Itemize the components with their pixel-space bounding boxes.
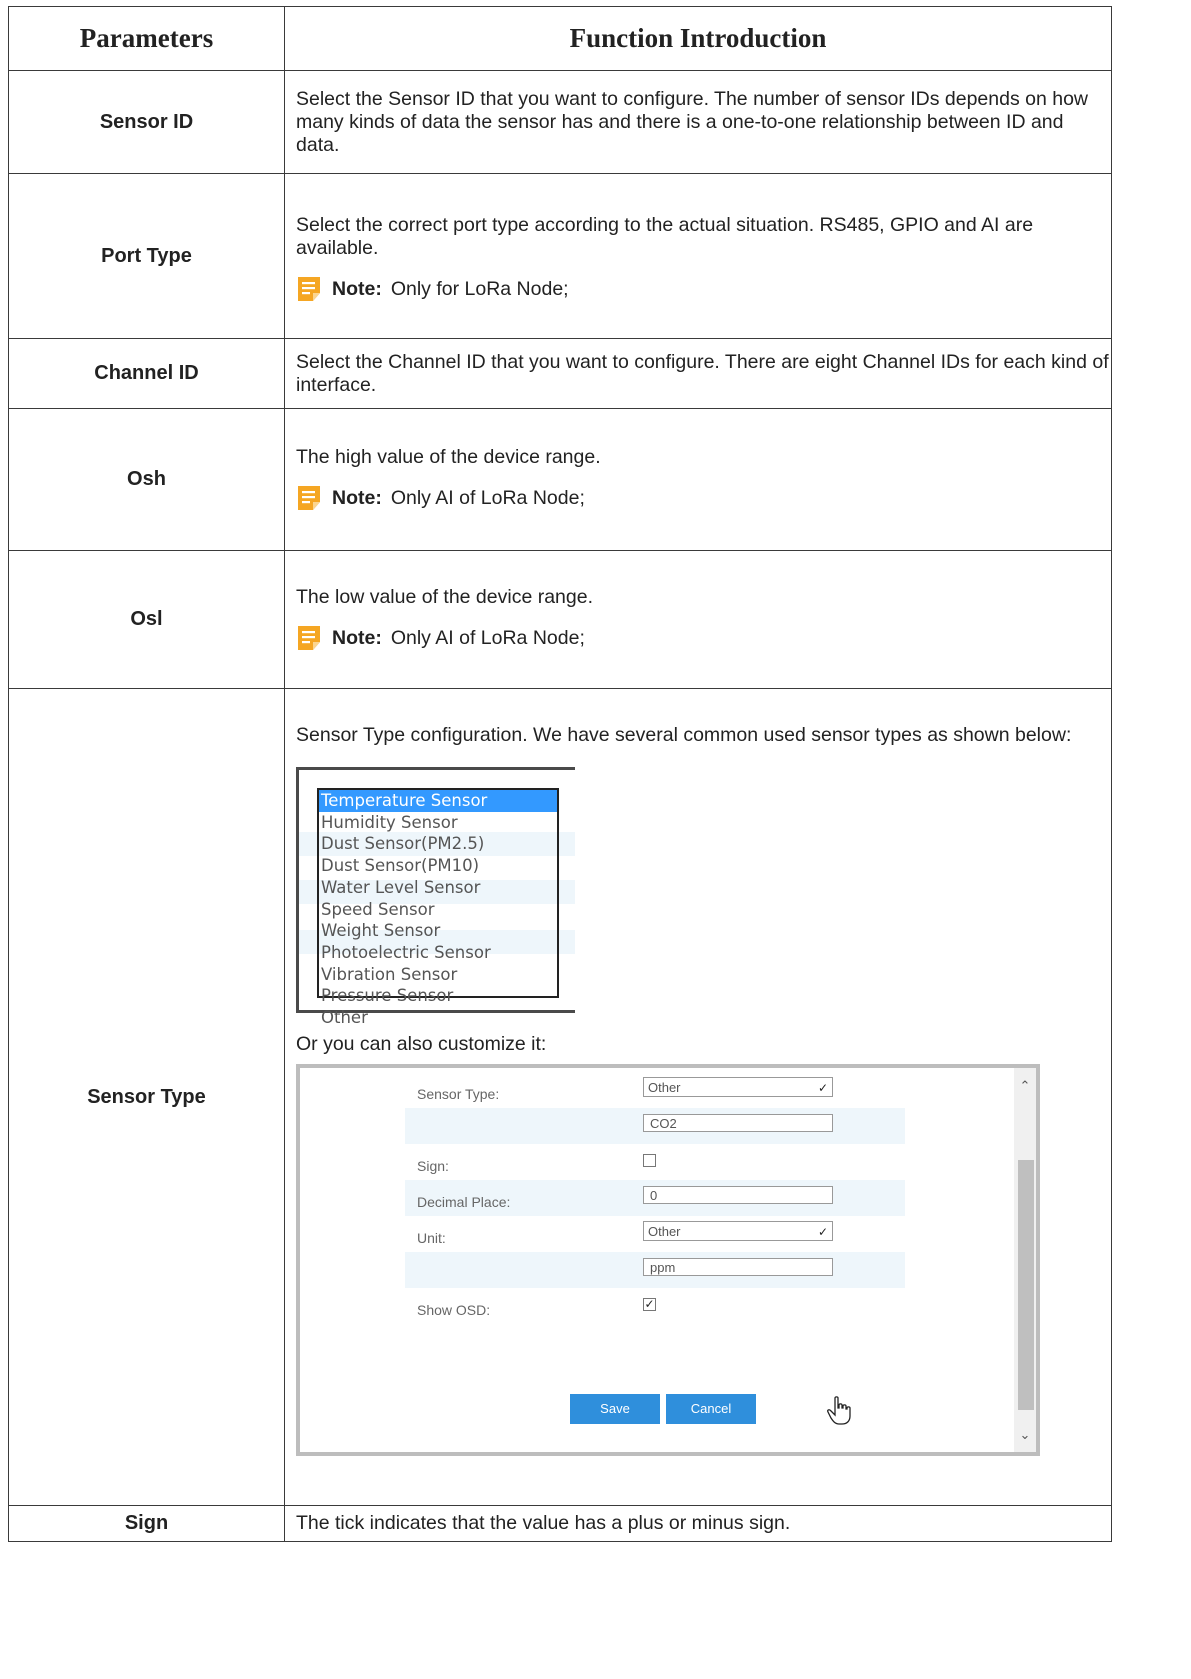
form-row-custom-type: CO2 [405, 1108, 905, 1144]
table-row-channel-id: Channel ID Select the Channel ID that yo… [8, 338, 1112, 409]
note-label: Note: [332, 626, 382, 649]
table-row-osh: Osh The high value of the device range. … [8, 408, 1112, 551]
note-callout: Note: Only AI of LoRa Node; [296, 485, 1111, 511]
show-osd-checkbox[interactable]: ✓ [643, 1298, 656, 1311]
customize-text: Or you can also customize it: [296, 1033, 547, 1055]
header-parameters: Parameters [8, 6, 285, 71]
sensor-type-label: Sensor Type: [417, 1086, 500, 1102]
param-name: Channel ID [8, 338, 285, 409]
table-row-sensor-id: Sensor ID Select the Sensor ID that you … [8, 70, 1112, 174]
decimal-place-input[interactable]: 0 [643, 1186, 833, 1204]
param-name: Port Type [8, 173, 285, 339]
save-button[interactable]: Save [570, 1394, 660, 1424]
sign-checkbox[interactable] [643, 1154, 656, 1167]
sensor-type-option[interactable]: Humidity Sensor [319, 812, 557, 834]
note-callout: Note: Only for LoRa Node; [296, 276, 1111, 302]
param-name: Osl [8, 550, 285, 689]
note-text: Only AI of LoRa Node; [390, 626, 585, 649]
param-name: Sensor Type [8, 688, 285, 1506]
table-header-row: Parameters Function Introduction [8, 6, 1112, 71]
note-icon [298, 486, 320, 510]
note-text: Only AI of LoRa Node; [390, 486, 585, 509]
param-description-cell: The high value of the device range. Note… [284, 408, 1112, 551]
unit-label: Unit: [417, 1230, 446, 1246]
sensor-type-list-image: Temperature Sensor Humidity Sensor Dust Se… [296, 767, 575, 1027]
chevron-down-icon: ✓ [817, 1225, 828, 1239]
form-row-sensor-type: Sensor Type: Other ✓ [405, 1072, 905, 1108]
table-row-sensor-type: Sensor Type Sensor Type configuration. W… [8, 688, 1112, 1506]
scrollbar[interactable]: ⌃ ⌄ [1014, 1068, 1036, 1452]
note-icon [298, 626, 320, 650]
form-row-sign: Sign: [405, 1144, 905, 1180]
custom-sensor-type-input[interactable]: CO2 [643, 1114, 833, 1132]
scroll-down-icon[interactable]: ⌄ [1014, 1423, 1036, 1446]
sign-label: Sign: [417, 1158, 449, 1174]
scroll-up-icon[interactable]: ⌃ [1014, 1074, 1036, 1097]
cancel-button[interactable]: Cancel [666, 1394, 756, 1424]
sensor-type-option[interactable]: Other [319, 1007, 557, 1029]
note-label: Note: [332, 277, 382, 300]
hand-cursor-icon [827, 1396, 851, 1425]
note-callout: Note: Only AI of LoRa Node; [296, 625, 1111, 651]
form-row-decimal: Decimal Place: 0 [405, 1180, 905, 1216]
param-name: Sensor ID [8, 70, 285, 174]
decimal-place-label: Decimal Place: [417, 1194, 511, 1210]
sensor-type-option[interactable]: Vibration Sensor [319, 964, 557, 986]
param-description-cell: Sensor Type configuration. We have sever… [284, 688, 1112, 1506]
sensor-type-select[interactable]: Other ✓ [643, 1077, 833, 1097]
param-description-cell: Select the correct port type according t… [284, 173, 1112, 339]
param-description: Sensor Type configuration. We have sever… [296, 724, 1072, 746]
unit-select-value: Other [648, 1224, 681, 1239]
sensor-type-select-value: Other [648, 1080, 681, 1095]
param-description: Select the Channel ID that you want to c… [284, 338, 1112, 409]
note-icon [298, 277, 320, 301]
show-osd-label: Show OSD: [417, 1302, 491, 1318]
table-row-port-type: Port Type Select the correct port type a… [8, 173, 1112, 339]
sensor-type-listbox[interactable]: Temperature Sensor Humidity Sensor Dust Se… [317, 788, 559, 1027]
param-description: The low value of the device range. [296, 586, 594, 608]
header-function-introduction: Function Introduction [284, 6, 1112, 71]
param-description: The high value of the device range. [296, 446, 601, 468]
sensor-type-option[interactable]: Water Level Sensor [319, 877, 557, 899]
form-row-custom-unit: ppm [405, 1252, 905, 1288]
param-description-cell: The low value of the device range. Note:… [284, 550, 1112, 689]
table-row-osl: Osl The low value of the device range. N… [8, 550, 1112, 689]
checkmark-icon: ✓ [644, 1297, 655, 1311]
form-row-show-osd: Show OSD: ✓ [405, 1288, 905, 1324]
sensor-type-option[interactable]: Pressure Sensor [319, 985, 557, 1007]
param-name: Osh [8, 408, 285, 551]
chevron-down-icon: ✓ [817, 1081, 828, 1095]
sensor-type-option[interactable]: Weight Sensor [319, 920, 557, 942]
scrollbar-thumb[interactable] [1018, 1160, 1034, 1410]
form-row-unit: Unit: Other ✓ [405, 1216, 905, 1252]
sensor-type-option[interactable]: Speed Sensor [319, 899, 557, 921]
note-text: Only for LoRa Node; [390, 277, 569, 300]
note-label: Note: [332, 486, 382, 509]
param-name: Sign [8, 1505, 285, 1542]
parameters-table: Parameters Function Introduction Sensor … [8, 6, 1112, 1542]
param-description: Select the correct port type according t… [296, 214, 1034, 259]
sensor-type-option[interactable]: Photoelectric Sensor [319, 942, 557, 964]
sensor-type-option[interactable]: Dust Sensor(PM10) [319, 855, 557, 877]
sensor-type-option[interactable]: Dust Sensor(PM2.5) [319, 833, 557, 855]
table-row-sign: Sign The tick indicates that the value h… [8, 1505, 1112, 1542]
customize-sensor-panel: Sensor Type: Other ✓ CO2 Sign: Decimal P… [296, 1064, 1040, 1456]
custom-unit-input[interactable]: ppm [643, 1258, 833, 1276]
sensor-type-option[interactable]: Temperature Sensor [319, 790, 557, 812]
param-description: Select the Sensor ID that you want to co… [284, 70, 1112, 174]
param-description: The tick indicates that the value has a … [284, 1505, 1112, 1542]
unit-select[interactable]: Other ✓ [643, 1221, 833, 1241]
